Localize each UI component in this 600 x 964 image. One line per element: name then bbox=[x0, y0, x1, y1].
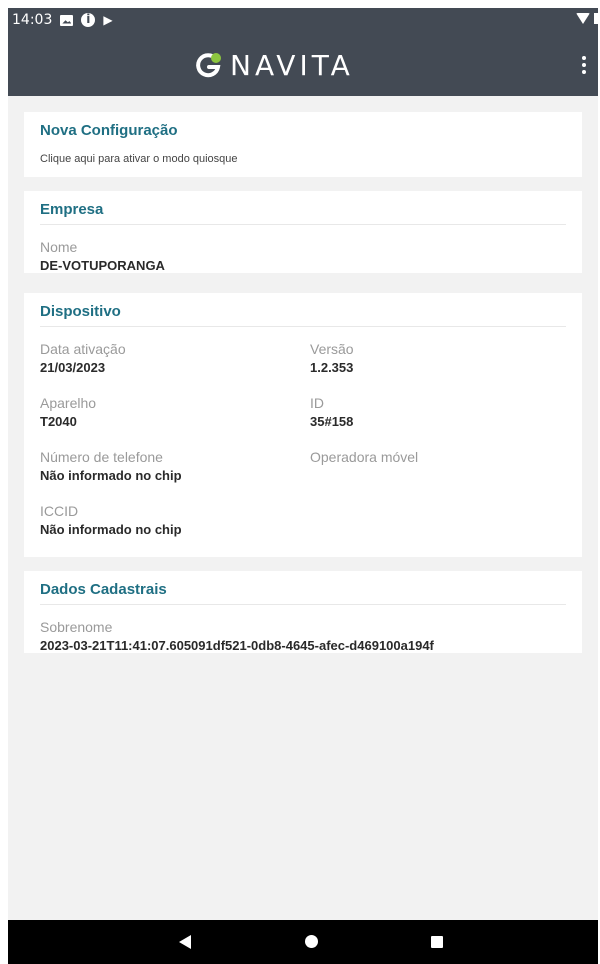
empresa-card: Empresa Nome DE-VOTUPORANGA bbox=[24, 191, 582, 273]
status-time: 14:03 bbox=[12, 12, 53, 28]
home-icon[interactable] bbox=[305, 935, 318, 948]
iccid-value: Não informado no chip bbox=[40, 522, 182, 537]
id-label: ID bbox=[310, 395, 324, 411]
navigation-bar bbox=[8, 920, 598, 964]
logo-text: NAVITA bbox=[230, 48, 354, 82]
dados-cadastrais-card: Dados Cadastrais Sobrenome 2023-03-21T11… bbox=[24, 571, 582, 653]
status-right bbox=[576, 13, 598, 24]
nome-field: Nome DE-VOTUPORANGA bbox=[40, 239, 566, 273]
main-content: Nova Configuração Clique aqui para ativa… bbox=[8, 96, 598, 920]
operadora-field: Operadora móvel bbox=[310, 449, 566, 483]
dispositivo-title: Dispositivo bbox=[40, 293, 566, 327]
config-title: Nova Configuração bbox=[40, 122, 178, 139]
data-ativacao-value: 21/03/2023 bbox=[40, 360, 106, 375]
dispositivo-grid: Data ativação 21/03/2023 Versão 1.2.353 … bbox=[40, 341, 566, 557]
navita-logo-icon bbox=[196, 53, 221, 78]
empresa-title: Empresa bbox=[40, 191, 566, 225]
versao-field: Versão 1.2.353 bbox=[310, 341, 566, 375]
status-bar: 14:03 i ▶ bbox=[8, 8, 598, 32]
info-icon: i bbox=[81, 13, 96, 27]
id-field: ID 35#158 bbox=[310, 395, 566, 429]
iccid-label: ICCID bbox=[40, 503, 79, 519]
config-subtitle: Clique aqui para ativar o modo quiosque bbox=[40, 153, 238, 165]
wifi-icon bbox=[576, 13, 590, 24]
dados-cadastrais-title: Dados Cadastrais bbox=[40, 571, 566, 605]
iccid-field: ICCID Não informado no chip bbox=[40, 503, 310, 537]
nome-label: Nome bbox=[40, 239, 78, 255]
recents-icon[interactable] bbox=[431, 936, 443, 948]
data-ativacao-field: Data ativação 21/03/2023 bbox=[40, 341, 310, 375]
back-icon[interactable] bbox=[179, 935, 191, 949]
image-icon bbox=[60, 14, 74, 26]
telefone-field: Número de telefone Não informado no chip bbox=[40, 449, 310, 483]
config-card[interactable]: Nova Configuração Clique aqui para ativa… bbox=[24, 112, 582, 177]
sobrenome-label: Sobrenome bbox=[40, 619, 113, 635]
nome-value: DE-VOTUPORANGA bbox=[40, 258, 165, 273]
telefone-label: Número de telefone bbox=[40, 449, 163, 465]
sobrenome-value: 2023-03-21T11:41:07.605091df521-0db8-464… bbox=[40, 638, 434, 653]
app-bar: NAVITA bbox=[8, 32, 598, 96]
play-store-icon: ▶ bbox=[103, 13, 113, 27]
dispositivo-card: Dispositivo Data ativação 21/03/2023 Ver… bbox=[24, 293, 582, 557]
versao-label: Versão bbox=[310, 341, 354, 357]
data-ativacao-label: Data ativação bbox=[40, 341, 126, 357]
more-vertical-icon[interactable] bbox=[576, 50, 592, 80]
telefone-value: Não informado no chip bbox=[40, 468, 182, 483]
aparelho-value: T2040 bbox=[40, 414, 77, 429]
aparelho-field: Aparelho T2040 bbox=[40, 395, 310, 429]
id-value: 35#158 bbox=[310, 414, 354, 429]
battery-icon bbox=[594, 13, 598, 24]
versao-value: 1.2.353 bbox=[310, 360, 354, 375]
device-screen: 14:03 i ▶ NAVITA Nova Configuração Cliqu… bbox=[8, 8, 598, 964]
aparelho-label: Aparelho bbox=[40, 395, 97, 411]
navita-logo: NAVITA bbox=[194, 45, 394, 85]
sobrenome-field: Sobrenome 2023-03-21T11:41:07.605091df52… bbox=[40, 619, 566, 653]
operadora-label: Operadora móvel bbox=[310, 449, 419, 465]
